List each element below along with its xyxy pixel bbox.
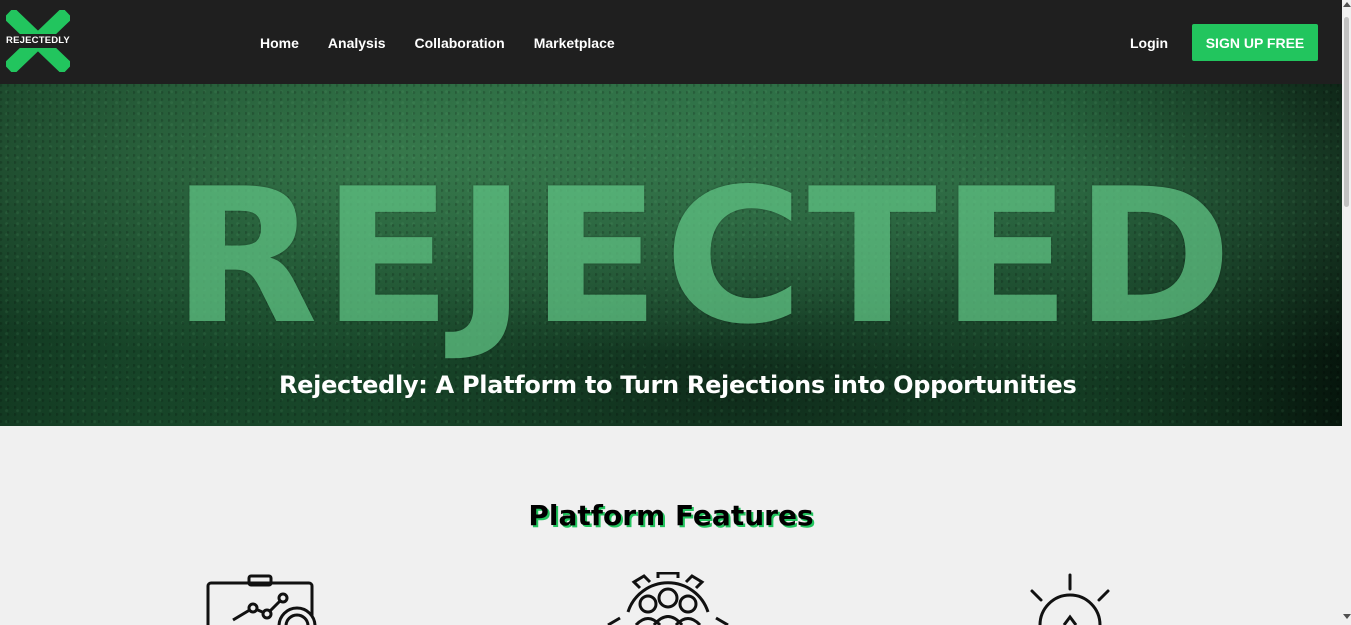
nav-marketplace[interactable]: Marketplace <box>534 35 615 51</box>
features-heading: Platform Features <box>528 499 814 533</box>
team-gear-icon <box>607 572 729 625</box>
signup-button[interactable]: SIGN UP FREE <box>1192 24 1318 61</box>
top-navbar: REJECTEDLY Home Analysis Collaboration M… <box>0 0 1342 84</box>
brand-logo[interactable]: REJECTEDLY <box>3 7 73 75</box>
scrollbar-thumb[interactable] <box>1344 17 1349 207</box>
scroll-up-arrow-icon[interactable] <box>1343 2 1351 7</box>
logo-text: REJECTEDLY <box>6 35 70 46</box>
nav-analysis[interactable]: Analysis <box>328 35 386 51</box>
lightbulb-icon <box>1030 573 1110 625</box>
hero-caption: Rejectedly: A Platform to Turn Rejection… <box>279 371 1077 399</box>
nav-home[interactable]: Home <box>260 35 299 51</box>
hero-image-word: REJECTED <box>172 148 1237 365</box>
login-link[interactable]: Login <box>1130 35 1168 51</box>
main-nav: Home Analysis Collaboration Marketplace <box>260 35 615 51</box>
nav-collaboration[interactable]: Collaboration <box>415 35 505 51</box>
hero-banner: REJECTED Rejectedly: A Platform to Turn … <box>0 84 1342 426</box>
analytics-board-icon <box>206 574 317 625</box>
scroll-down-arrow-icon[interactable] <box>1343 614 1351 619</box>
